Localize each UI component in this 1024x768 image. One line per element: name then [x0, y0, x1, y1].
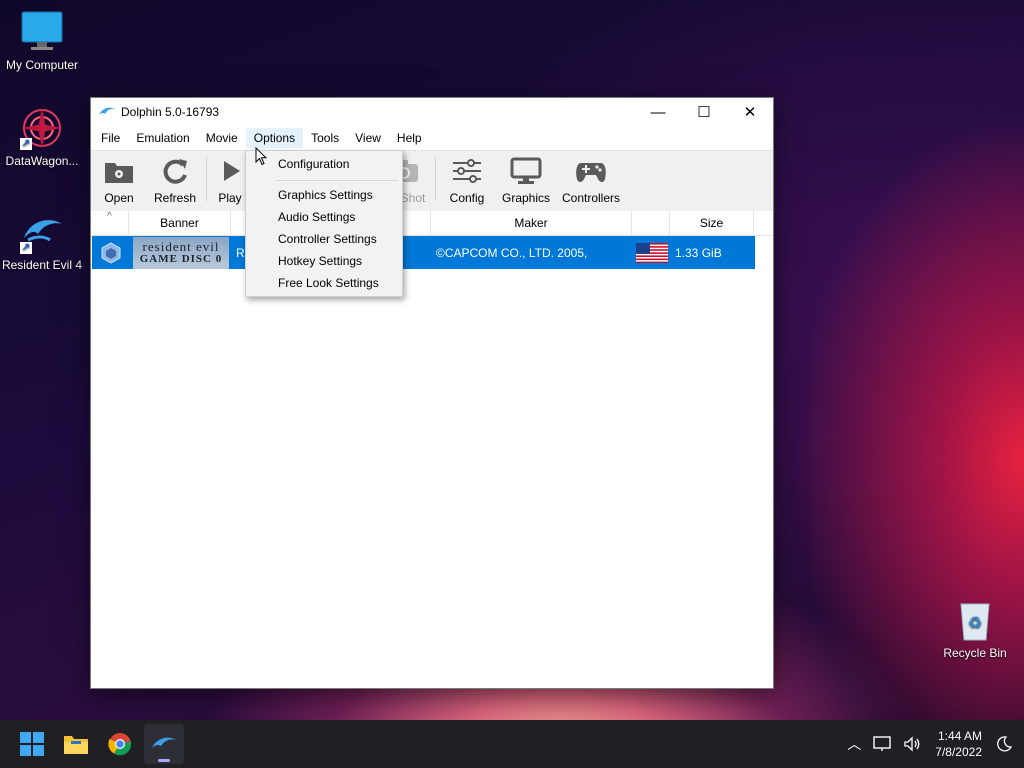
maker-cell: ©CAPCOM CO., LTD. 2005, [432, 236, 633, 269]
taskbar-dolphin[interactable] [144, 724, 184, 764]
gamepad-icon [576, 163, 606, 182]
start-button[interactable] [12, 724, 52, 764]
options-dropdown-menu: Configuration Graphics Settings Audio Se… [245, 150, 403, 297]
dolphin-icon: ↗ [20, 210, 64, 254]
region-cell [633, 236, 671, 269]
svg-text:♻: ♻ [968, 615, 982, 632]
monitor-icon [510, 157, 542, 184]
taskbar-file-explorer[interactable] [56, 724, 96, 764]
menu-separator [276, 180, 398, 181]
us-flag-icon [636, 242, 668, 263]
mandala-icon: ↗ [20, 106, 64, 150]
folder-icon [64, 736, 88, 754]
column-maker[interactable]: Maker [431, 211, 632, 235]
toolbar-label: Refresh [153, 191, 197, 205]
column-sort-indicator[interactable]: ^ [91, 211, 129, 235]
toolbar-label: Controllers [561, 191, 621, 205]
close-button[interactable]: ✕ [727, 98, 773, 126]
show-hidden-icons-icon[interactable]: ︿ [847, 734, 861, 754]
toolbar-label: Play [218, 191, 242, 205]
menu-emulation[interactable]: Emulation [128, 128, 197, 148]
banner-cell: resident evil GAME DISC 0 [130, 236, 232, 269]
game-size: 1.33 GiB [675, 245, 722, 260]
clock-time: 1:44 AM [937, 729, 982, 743]
dolphin-app-icon [99, 107, 115, 115]
toolbar-separator [435, 157, 436, 201]
gamecube-icon [101, 241, 121, 264]
system-tray: ︿ 1:44 AM 7/8/2022 [841, 720, 1024, 768]
notification-moon-icon[interactable] [996, 736, 1012, 752]
toolbar-controllers-button[interactable]: Controllers [557, 153, 625, 211]
sliders-icon [453, 159, 481, 183]
minimize-button[interactable]: — [635, 98, 681, 126]
toolbar-label: Graphics [501, 191, 551, 205]
game-maker: ©CAPCOM CO., LTD. 2005, [436, 245, 588, 260]
folder-open-icon [105, 163, 133, 183]
menu-item-free-look-settings[interactable]: Free Look Settings [278, 276, 379, 290]
desktop-icon-label: My Computer [5, 58, 79, 72]
menu-options[interactable]: Options [245, 128, 304, 148]
toolbar-label: Config [449, 191, 485, 205]
desktop-icon-label: Resident Evil 4 [1, 258, 83, 272]
shortcut-arrow-icon: ↗ [20, 138, 32, 150]
toolbar-play-button[interactable]: Play [210, 153, 250, 211]
refresh-icon [163, 159, 187, 184]
toolbar-graphics-button[interactable]: Graphics [495, 153, 557, 211]
table-row[interactable]: resident evil GAME DISC 0 Re ©CAPCOM CO.… [92, 236, 755, 269]
volume-icon[interactable] [903, 736, 921, 752]
clock-date: 7/8/2022 [935, 745, 982, 759]
menu-item-controller-settings[interactable]: Controller Settings [278, 232, 377, 246]
toolbar-config-button[interactable]: Config [439, 153, 495, 211]
column-banner[interactable]: Banner [129, 211, 231, 235]
menu-tools[interactable]: Tools [303, 128, 347, 148]
menu-bar: File Emulation Movie Options Tools View … [91, 126, 773, 150]
menu-item-audio-settings[interactable]: Audio Settings [278, 210, 355, 224]
dolphin-icon [152, 737, 176, 748]
toolbar-open-button[interactable]: Open [91, 153, 147, 211]
banner-disc-text: GAME DISC 0 [139, 252, 223, 265]
shortcut-arrow-icon: ↗ [20, 242, 32, 254]
monitor-icon [20, 10, 64, 54]
platform-cell [92, 236, 130, 269]
desktop-icon-recycle-bin[interactable]: ♻ Recycle Bin [933, 598, 1017, 660]
menu-movie[interactable]: Movie [198, 128, 246, 148]
toolbar-refresh-button[interactable]: Refresh [147, 153, 203, 211]
desktop-icon-label: DataWagon... [5, 154, 79, 168]
active-indicator [158, 759, 170, 762]
game-list-header: ^ Banner Maker Size [91, 211, 773, 236]
taskbar: ︿ 1:44 AM 7/8/2022 [0, 720, 1024, 768]
desktop-icon-resident-evil[interactable]: ↗ Resident Evil 4 [0, 210, 84, 272]
toolbar-separator [206, 157, 207, 201]
menu-file[interactable]: File [93, 128, 128, 148]
title-bar[interactable]: Dolphin 5.0-16793 — ☐ ✕ [91, 98, 773, 126]
desktop-icon-label: Recycle Bin [943, 646, 1007, 660]
dolphin-window: Dolphin 5.0-16793 — ☐ ✕ File Emulation M… [90, 97, 774, 689]
menu-item-hotkey-settings[interactable]: Hotkey Settings [278, 254, 362, 268]
maximize-button[interactable]: ☐ [681, 98, 727, 126]
network-icon[interactable] [873, 736, 891, 752]
desktop-icon-my-computer[interactable]: My Computer [0, 10, 84, 72]
window-title: Dolphin 5.0-16793 [121, 105, 220, 119]
menu-item-graphics-settings[interactable]: Graphics Settings [278, 188, 373, 202]
menu-item-configuration[interactable]: Configuration [278, 157, 349, 171]
toolbar: Open Refresh Play ScrShot Config Graphic… [91, 150, 773, 211]
menu-view[interactable]: View [347, 128, 389, 148]
desktop-icon-datawagon[interactable]: ↗ DataWagon... [0, 106, 84, 168]
clock[interactable]: 1:44 AM 7/8/2022 [935, 728, 982, 760]
column-region[interactable] [632, 211, 670, 235]
toolbar-label: Open [104, 191, 134, 205]
column-size[interactable]: Size [670, 211, 754, 235]
windows-logo-icon [20, 732, 44, 756]
mouse-cursor-icon [255, 147, 267, 166]
menu-help[interactable]: Help [389, 128, 430, 148]
chrome-icon [108, 733, 132, 756]
recycle-bin-icon: ♻ [953, 598, 997, 642]
play-icon [224, 161, 240, 181]
banner-title-text: resident evil [142, 238, 220, 254]
game-banner: resident evil GAME DISC 0 [133, 236, 229, 269]
taskbar-chrome[interactable] [100, 724, 140, 764]
size-cell: 1.33 GiB [671, 236, 755, 269]
